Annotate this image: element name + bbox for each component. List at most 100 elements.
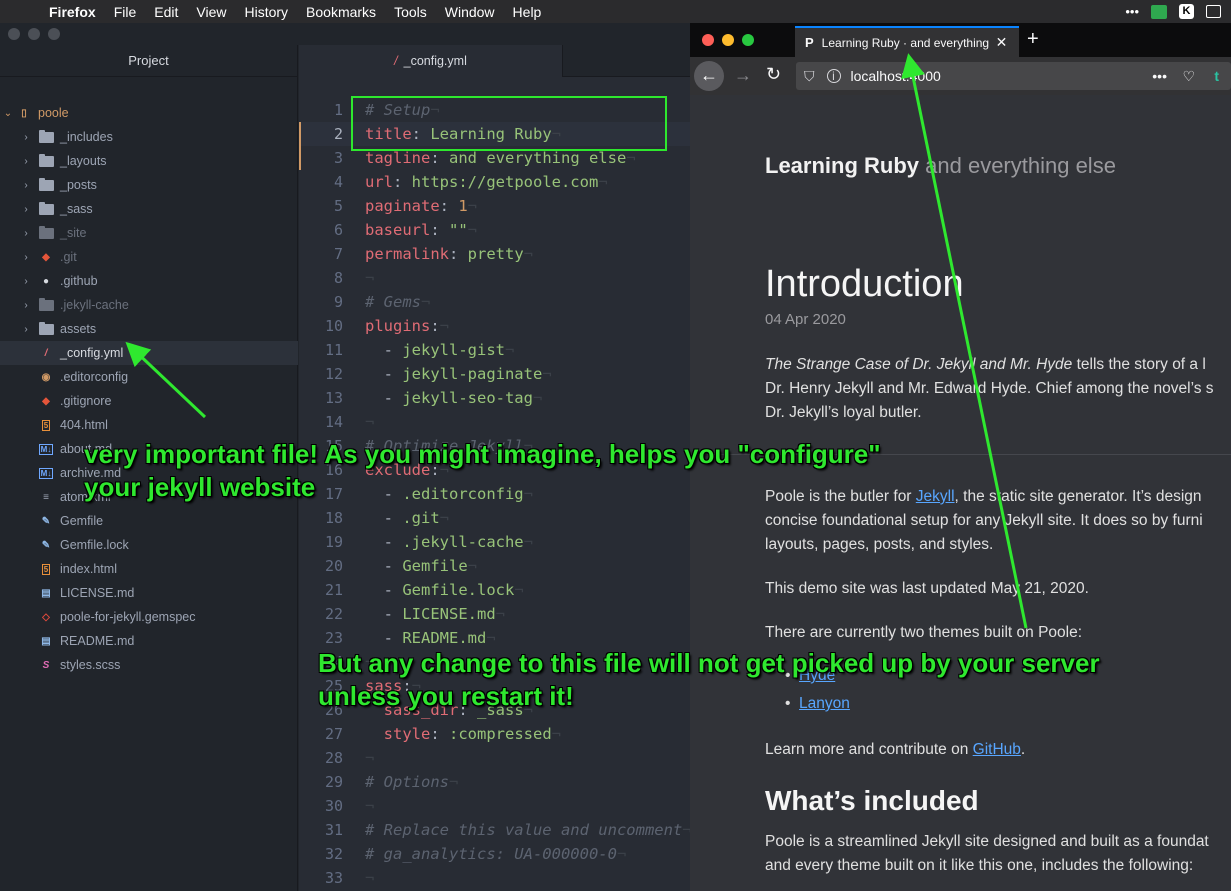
menu-tools[interactable]: Tools	[385, 4, 436, 20]
tree-item-license-md[interactable]: ▤ LICENSE.md	[0, 581, 298, 605]
chevron-right-icon[interactable]: ›	[20, 276, 32, 287]
site-header[interactable]: Learning Ruby and everything else	[765, 153, 1116, 179]
code-line[interactable]: 32 # ga_analytics: UA-000000-0¬	[299, 842, 690, 866]
tree-item-github[interactable]: › ● .github	[0, 269, 298, 293]
extension-icon[interactable]: t	[1214, 68, 1219, 84]
tab-config-yml[interactable]: / _config.yml	[299, 45, 563, 77]
code-line[interactable]: 5 paginate: 1¬	[299, 194, 690, 218]
menu-bookmarks[interactable]: Bookmarks	[297, 4, 385, 20]
tree-item-git[interactable]: › ◆ .git	[0, 245, 298, 269]
zoom-window-button[interactable]	[742, 34, 754, 46]
minimize-window-button[interactable]	[722, 34, 734, 46]
pocket-icon[interactable]: ♡	[1182, 68, 1195, 85]
tree-item-gemfile[interactable]: ✎ Gemfile	[0, 509, 298, 533]
jekyll-link[interactable]: Jekyll	[916, 488, 955, 505]
close-window-button[interactable]	[702, 34, 714, 46]
tree-item-label: poole	[38, 106, 69, 120]
chevron-right-icon[interactable]: ›	[20, 156, 32, 167]
reload-button[interactable]: ↻	[766, 64, 781, 85]
code-line[interactable]: 7 permalink: pretty¬	[299, 242, 690, 266]
code-line[interactable]: 33 ¬	[299, 866, 690, 890]
tree-item-readme-md[interactable]: ▤ README.md	[0, 629, 298, 653]
k-app-icon[interactable]: K	[1179, 4, 1194, 19]
line-number: 11	[324, 341, 343, 359]
chevron-right-icon[interactable]: ›	[20, 132, 32, 143]
tree-item-gemfile-lock[interactable]: ✎ Gemfile.lock	[0, 533, 298, 557]
code-line[interactable]: 14 ¬	[299, 410, 690, 434]
paragraph-text: Learn more and contribute on	[765, 741, 973, 758]
tree-item-config-yml[interactable]: / _config.yml	[0, 341, 298, 365]
browser-tab[interactable]: P Learning Ruby · and everything else ✕	[795, 26, 1019, 57]
code-line[interactable]: 11 - jekyll-gist¬	[299, 338, 690, 362]
code-line[interactable]: 8 ¬	[299, 266, 690, 290]
code-text: ¬	[365, 269, 375, 287]
page-actions-icon[interactable]: •••	[1152, 68, 1167, 84]
menu-history[interactable]: History	[235, 4, 297, 20]
tree-item-label: assets	[60, 322, 97, 336]
status-app-icon[interactable]	[1151, 4, 1167, 19]
chevron-down-icon[interactable]: ⌄	[0, 108, 16, 119]
line-number: 18	[324, 509, 343, 527]
tree-item-poole-for-jekyll-gemspec[interactable]: ◇ poole-for-jekyll.gemspec	[0, 605, 298, 629]
code-line[interactable]: 20 - Gemfile¬	[299, 554, 690, 578]
tree-root-poole[interactable]: ⌄ ▯ poole	[0, 101, 298, 125]
tree-item-sass[interactable]: › _sass	[0, 197, 298, 221]
code-line[interactable]: 19 - .jekyll-cache¬	[299, 530, 690, 554]
code-line[interactable]: 28 ¬	[299, 746, 690, 770]
menu-view[interactable]: View	[187, 4, 235, 20]
code-line[interactable]: 21 - Gemfile.lock¬	[299, 578, 690, 602]
menu-window[interactable]: Window	[436, 4, 504, 20]
chevron-right-icon[interactable]: ›	[20, 204, 32, 215]
tree-item-editorconfig[interactable]: ◉ .editorconfig	[0, 365, 298, 389]
code-line[interactable]: 22 - LICENSE.md¬	[299, 602, 690, 626]
menu-edit[interactable]: Edit	[145, 4, 187, 20]
code-line[interactable]: 27 style: :compressed¬	[299, 722, 690, 746]
chevron-right-icon[interactable]: ›	[20, 300, 32, 311]
tree-item-posts[interactable]: › _posts	[0, 173, 298, 197]
chevron-right-icon[interactable]: ›	[20, 324, 32, 335]
zoom-window-button[interactable]	[48, 28, 60, 40]
tree-item-site[interactable]: › _site	[0, 221, 298, 245]
menu-file[interactable]: File	[105, 4, 146, 20]
url-bar[interactable]: ⛉ i localhost:4000 ••• ♡ t	[796, 62, 1231, 90]
back-button[interactable]: ←	[694, 61, 724, 91]
chevron-right-icon[interactable]: ›	[20, 180, 32, 191]
chevron-right-icon[interactable]: ›	[20, 228, 32, 239]
tree-item-includes[interactable]: › _includes	[0, 125, 298, 149]
code-line[interactable]: 29 # Options¬	[299, 770, 690, 794]
menu-extra-icon[interactable]	[1206, 5, 1221, 18]
chevron-right-icon[interactable]: ›	[20, 252, 32, 263]
code-line[interactable]: 9 # Gems¬	[299, 290, 690, 314]
tree-item-404-html[interactable]: 5 404.html	[0, 413, 298, 437]
code-line[interactable]: 4 url: https://getpoole.com¬	[299, 170, 690, 194]
url-text[interactable]: localhost:4000	[851, 68, 941, 84]
code-line[interactable]: 10 plugins:¬	[299, 314, 690, 338]
tree-item-styles-scss[interactable]: Sstyles.scss	[0, 653, 298, 677]
post-title[interactable]: Introduction	[765, 263, 964, 306]
new-tab-button[interactable]: +	[1027, 28, 1039, 51]
tree-item-layouts[interactable]: › _layouts	[0, 149, 298, 173]
code-line[interactable]: 18 - .git¬	[299, 506, 690, 530]
tree-item-assets[interactable]: › assets	[0, 317, 298, 341]
site-info-icon[interactable]: i	[826, 69, 841, 83]
minimize-window-button[interactable]	[28, 28, 40, 40]
code-line[interactable]: 6 baseurl: ""¬	[299, 218, 690, 242]
menu-help[interactable]: Help	[504, 4, 551, 20]
tree-item-jekyll-cache[interactable]: › .jekyll-cache	[0, 293, 298, 317]
site-tagline: and everything else	[925, 153, 1116, 178]
site-title[interactable]: Learning Ruby	[765, 153, 919, 178]
tracking-shield-icon[interactable]: ⛉	[804, 68, 815, 85]
forward-button[interactable]: →	[734, 65, 752, 86]
code-line[interactable]: 12 - jekyll-paginate¬	[299, 362, 690, 386]
code-line[interactable]: 31 # Replace this value and uncomment¬	[299, 818, 690, 842]
close-tab-icon[interactable]: ✕	[996, 34, 1008, 51]
github-link[interactable]: GitHub	[973, 741, 1021, 758]
menu-firefox[interactable]: Firefox	[40, 4, 105, 20]
code-line[interactable]: 30 ¬	[299, 794, 690, 818]
code-line[interactable]: 13 - jekyll-seo-tag¬	[299, 386, 690, 410]
tree-item-index-html[interactable]: 5 index.html	[0, 557, 298, 581]
document-file-icon: ▤	[41, 587, 51, 599]
tree-item-gitignore[interactable]: ◆ .gitignore	[0, 389, 298, 413]
close-window-button[interactable]	[8, 28, 20, 40]
more-icon[interactable]: •••	[1125, 4, 1139, 19]
